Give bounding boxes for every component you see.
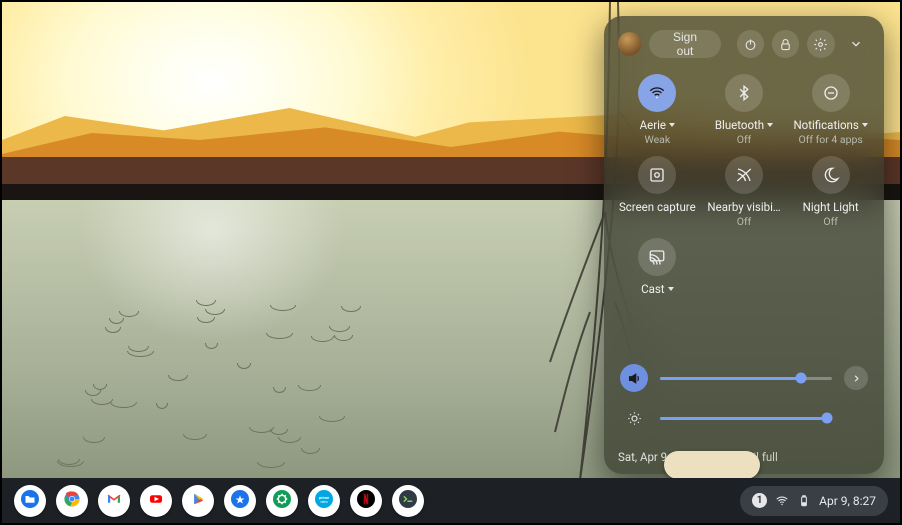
- power-button[interactable]: [737, 30, 764, 58]
- tile-notifications[interactable]: Notifications Off for 4 apps: [791, 74, 870, 146]
- files-icon: [21, 490, 39, 512]
- avatar[interactable]: [618, 32, 641, 56]
- shelf-app-play[interactable]: [182, 485, 214, 517]
- svg-text:video: video: [320, 499, 328, 503]
- dnd-icon: [822, 84, 840, 102]
- tile-label: Bluetooth: [715, 118, 773, 132]
- volume-slider-row: [620, 364, 868, 392]
- brightness-slider-row: [620, 404, 868, 432]
- tile-label: Screen capture: [619, 200, 696, 214]
- wifi-toggle[interactable]: [638, 74, 676, 112]
- tile-status: Off for 4 apps: [798, 133, 862, 146]
- nightlight-toggle[interactable]: [812, 156, 850, 194]
- notifications-toggle[interactable]: [812, 74, 850, 112]
- collapse-button[interactable]: [843, 30, 870, 58]
- sign-out-button[interactable]: Sign out: [649, 30, 720, 58]
- cast-icon: [648, 248, 666, 266]
- chrome-icon: [63, 490, 81, 512]
- shelf: primevideo 1 Apr 9, 8:27: [2, 478, 900, 523]
- shelf-app-prime[interactable]: primevideo: [308, 485, 340, 517]
- weather-pill[interactable]: [664, 451, 760, 479]
- shelf-app-youtube[interactable]: [140, 485, 172, 517]
- audio-settings-button[interactable]: [844, 366, 868, 390]
- notification-count-badge: 1: [752, 493, 767, 508]
- prime-video-icon: primevideo: [315, 490, 333, 512]
- tile-status: Off: [737, 215, 752, 228]
- clock-text: Apr 9, 8:27: [819, 494, 876, 508]
- explore-icon: [231, 490, 249, 512]
- wifi-icon: [648, 84, 666, 102]
- chevron-down-icon: [849, 37, 863, 51]
- bluetooth-toggle[interactable]: [725, 74, 763, 112]
- nearby-icon: [735, 166, 753, 184]
- caret-icon: [668, 287, 674, 291]
- caret-icon: [862, 123, 868, 127]
- lock-icon: [778, 37, 793, 52]
- tray-header: Sign out: [618, 30, 870, 58]
- shelf-app-files[interactable]: [14, 485, 46, 517]
- cast-toggle[interactable]: [638, 238, 676, 276]
- tile-label: Notifications: [793, 118, 867, 132]
- tile-cast[interactable]: Cast: [618, 238, 697, 296]
- play-store-icon: [189, 490, 207, 512]
- wifi-status-icon: [775, 494, 789, 508]
- battery-status-icon: [797, 494, 811, 508]
- youtube-icon: [147, 490, 165, 512]
- power-icon: [743, 37, 758, 52]
- shelf-app-terminal[interactable]: [392, 485, 424, 517]
- shelf-app-extension[interactable]: [266, 485, 298, 517]
- status-area-button[interactable]: 1 Apr 9, 8:27: [740, 486, 888, 516]
- tray-date: Sat, Apr 9: [618, 450, 667, 464]
- caret-icon: [767, 123, 773, 127]
- tile-status: Off: [823, 215, 838, 228]
- extension-icon: [273, 490, 291, 512]
- toggle-tiles: Aerie WeakBluetooth OffNotifications Off…: [618, 74, 870, 296]
- tile-label: Nearby visibi…: [707, 200, 780, 214]
- brightness-slider[interactable]: [660, 417, 832, 420]
- capture-icon: [648, 166, 666, 184]
- nearby-toggle[interactable]: [725, 156, 763, 194]
- shelf-app-netflix[interactable]: [350, 485, 382, 517]
- nightlight-icon: [822, 166, 840, 184]
- quick-settings-panel: Sign out Aerie WeakBluetooth OffNotifica…: [604, 16, 884, 474]
- gmail-icon: [105, 490, 123, 512]
- tile-label: Aerie: [640, 118, 675, 132]
- shelf-app-gmail[interactable]: [98, 485, 130, 517]
- tile-label: Night Light: [803, 200, 859, 214]
- capture-toggle[interactable]: [638, 156, 676, 194]
- tile-status: Off: [737, 133, 752, 146]
- tile-wifi[interactable]: Aerie Weak: [618, 74, 697, 146]
- netflix-icon: [357, 490, 375, 512]
- settings-button[interactable]: [807, 30, 834, 58]
- tile-status: Weak: [644, 133, 670, 146]
- shelf-app-explore[interactable]: [224, 485, 256, 517]
- volume-slider[interactable]: [660, 377, 832, 380]
- tile-nightlight[interactable]: Night LightOff: [791, 156, 870, 228]
- brightness-icon[interactable]: [620, 404, 648, 432]
- caret-icon: [669, 123, 675, 127]
- tile-label: Cast: [641, 282, 673, 296]
- shelf-app-chrome[interactable]: [56, 485, 88, 517]
- chevron-right-icon: [851, 373, 862, 384]
- gear-icon: [813, 37, 828, 52]
- tile-capture[interactable]: Screen capture: [618, 156, 697, 228]
- bluetooth-icon: [735, 84, 753, 102]
- lock-button[interactable]: [772, 30, 799, 58]
- tile-bluetooth[interactable]: Bluetooth Off: [705, 74, 784, 146]
- volume-icon[interactable]: [620, 364, 648, 392]
- terminal-icon: [399, 490, 417, 512]
- tile-nearby[interactable]: Nearby visibi…Off: [705, 156, 784, 228]
